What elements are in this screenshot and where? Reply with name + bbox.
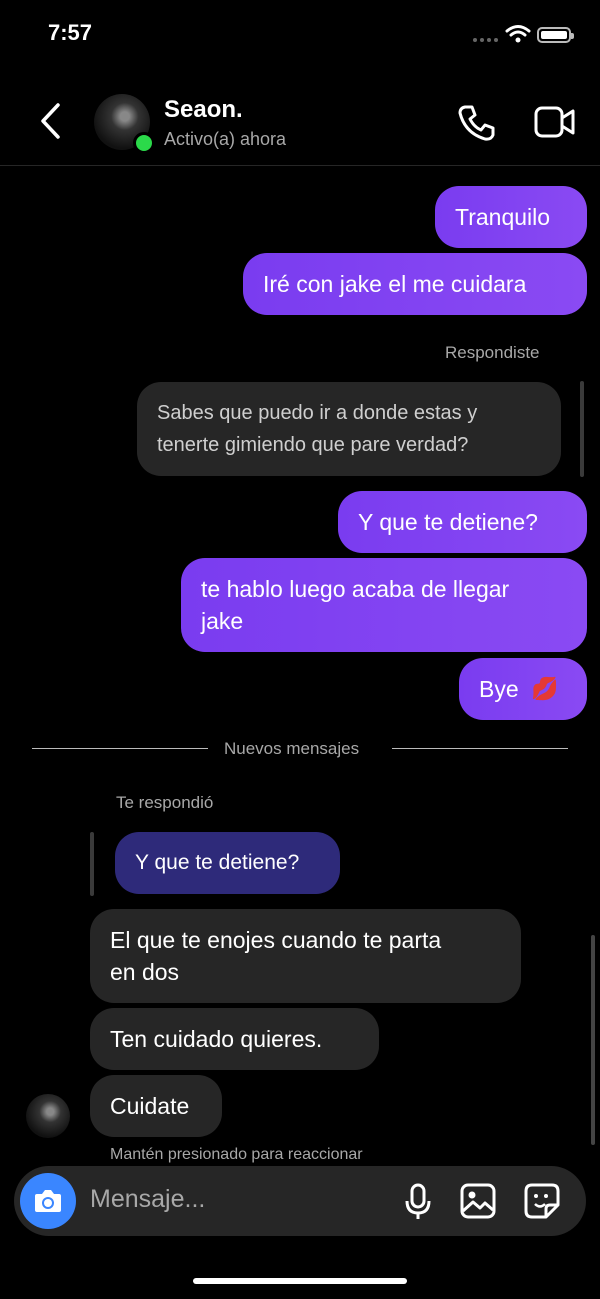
message-text: Iré con jake el me cuidara xyxy=(263,271,527,297)
home-indicator[interactable] xyxy=(193,1278,407,1284)
message-text-line: en dos xyxy=(110,959,180,985)
quoted-text: Y que te detiene? xyxy=(135,851,300,874)
message-text-line: jake xyxy=(201,608,244,634)
reply-label: Te respondió xyxy=(116,793,214,812)
microphone-icon[interactable] xyxy=(403,1183,433,1221)
separator-line xyxy=(32,748,208,749)
message-bubble-sent[interactable]: Tranquilo xyxy=(435,186,587,248)
scrollbar[interactable] xyxy=(591,935,595,1145)
message-text: Y que te detiene? xyxy=(358,509,538,535)
message-text: Ten cuidado quieres. xyxy=(110,1026,323,1052)
message-bubble-sent[interactable]: Iré con jake el me cuidara xyxy=(243,253,587,315)
separator-line xyxy=(392,748,568,749)
phone-icon[interactable] xyxy=(457,103,497,143)
message-bubble-received[interactable]: Cuidate xyxy=(90,1075,222,1137)
message-input[interactable]: Mensaje... xyxy=(90,1185,205,1214)
reply-label: Respondiste xyxy=(445,343,540,362)
back-icon[interactable] xyxy=(38,102,64,140)
contact-name[interactable]: Seaon. xyxy=(164,96,243,124)
quoted-text-line: Sabes que puedo ir a donde estas y xyxy=(157,402,478,424)
sticker-icon[interactable] xyxy=(524,1183,560,1219)
kiss-emoji: 💋 xyxy=(531,676,559,701)
gallery-icon[interactable] xyxy=(460,1183,496,1219)
online-indicator xyxy=(133,132,155,154)
new-messages-label: Nuevos mensajes xyxy=(224,739,360,758)
message-text: Tranquilo xyxy=(455,204,551,230)
quoted-text-line: tenerte gimiendo que pare verdad? xyxy=(157,434,469,456)
battery-icon xyxy=(537,27,574,43)
sender-avatar[interactable] xyxy=(26,1094,70,1138)
camera-button[interactable] xyxy=(20,1173,76,1229)
message-bubble-received[interactable]: Ten cuidado quieres. xyxy=(90,1008,379,1070)
video-icon[interactable] xyxy=(533,104,577,140)
message-text: Bye xyxy=(479,676,519,702)
message-text-line: El que te enojes cuando te parta xyxy=(110,927,442,953)
reply-quote-bar xyxy=(90,832,94,896)
wifi-icon xyxy=(505,25,531,43)
quoted-message[interactable]: Sabes que puedo ir a donde estas y tener… xyxy=(137,382,561,476)
status-time: 7:57 xyxy=(48,20,93,45)
message-bubble-sent[interactable]: Y que te detiene? xyxy=(338,491,587,553)
quoted-message[interactable]: Y que te detiene? xyxy=(115,832,340,894)
message-text: Cuidate xyxy=(110,1093,190,1119)
message-text-line: te hablo luego acaba de llegar xyxy=(201,576,510,602)
cellular-signal-icon xyxy=(473,38,498,42)
camera-icon xyxy=(35,1190,61,1212)
reply-quote-bar xyxy=(580,381,584,477)
message-bubble-sent[interactable]: Bye 💋 xyxy=(459,658,587,720)
reaction-hint: Mantén presionado para reaccionar xyxy=(110,1146,363,1163)
contact-status: Activo(a) ahora xyxy=(164,129,287,149)
message-bubble-received[interactable]: El que te enojes cuando te parta en dos xyxy=(90,909,521,1003)
message-bubble-sent[interactable]: te hablo luego acaba de llegar jake xyxy=(181,558,587,652)
header-divider xyxy=(0,165,600,166)
